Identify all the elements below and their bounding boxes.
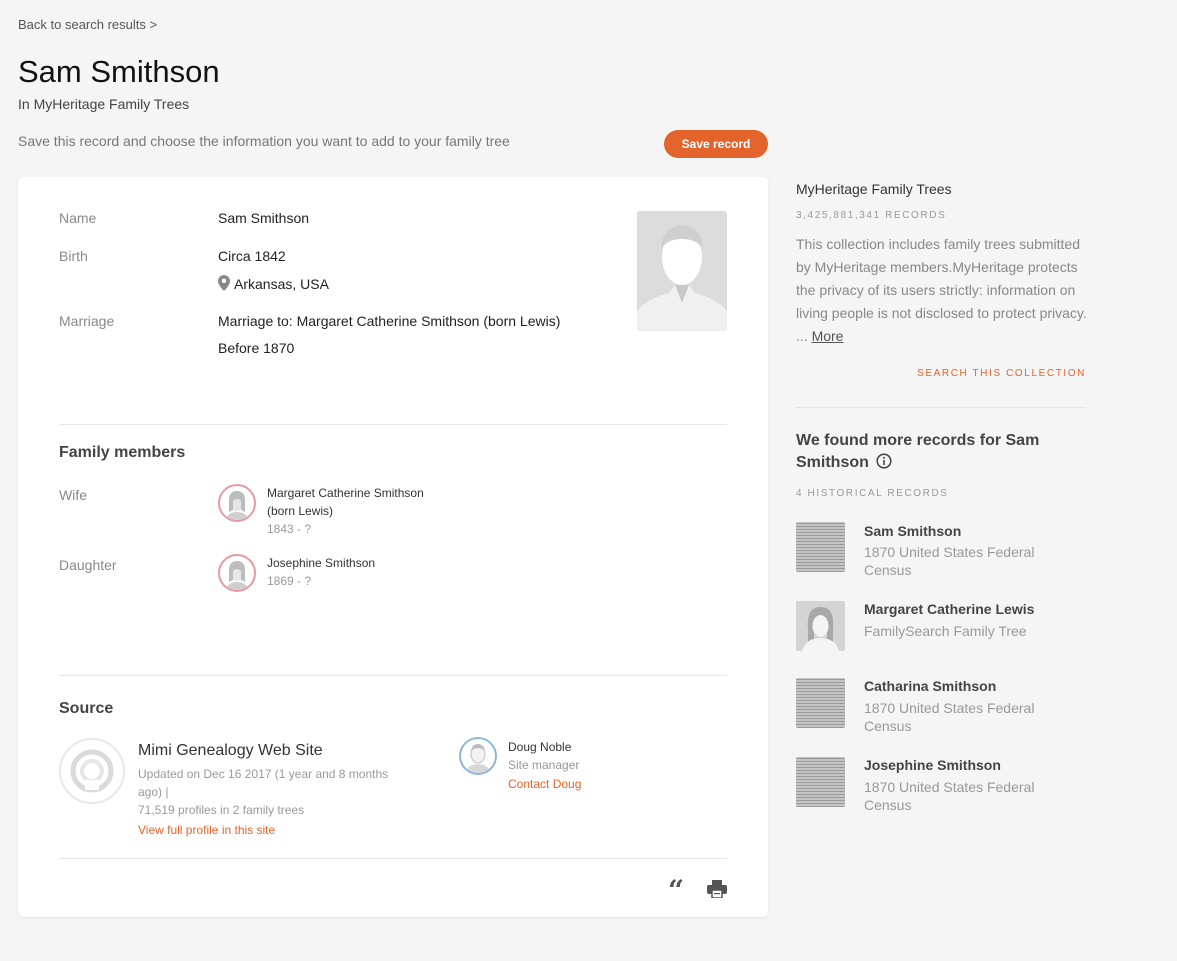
search-collection-link[interactable]: SEARCH THIS COLLECTION xyxy=(796,368,1086,379)
census-record-thumbnail[interactable] xyxy=(796,678,845,728)
census-record-thumbnail[interactable] xyxy=(796,522,845,572)
source-title: Source xyxy=(59,700,114,717)
marriage-label: Marriage xyxy=(59,313,115,329)
profile-photo-placeholder xyxy=(637,211,727,331)
male-avatar-icon xyxy=(459,737,497,775)
name-value: Sam Smithson xyxy=(218,210,310,226)
records-count: 3,425,881,341 RECORDS xyxy=(796,210,947,221)
save-record-button[interactable]: Save record xyxy=(664,130,768,158)
back-to-search-link[interactable]: Back to search results > xyxy=(18,17,157,32)
record-collection: 1870 United States Federal xyxy=(864,779,1035,795)
record-name[interactable]: Catharina Smithson xyxy=(864,678,996,694)
marriage-to: Marriage to: Margaret Catherine Smithson… xyxy=(218,313,561,329)
source-site-name[interactable]: Mimi Genealogy Web Site xyxy=(138,742,323,760)
site-manager-role: Site manager xyxy=(508,758,580,772)
record-name[interactable]: Sam Smithson xyxy=(864,523,961,539)
record-card: Name Sam Smithson Birth Circa 1842 Arkan… xyxy=(18,177,768,917)
quote-icon[interactable]: “ xyxy=(668,877,684,905)
printer-icon[interactable] xyxy=(707,880,727,903)
male-silhouette-icon xyxy=(637,211,727,331)
collection-title[interactable]: MyHeritage Family Trees xyxy=(796,181,952,197)
family-member-name[interactable]: Margaret Catherine Smithson xyxy=(267,484,424,502)
record-collection: 1870 United States Federal xyxy=(864,544,1035,560)
location-pin-icon xyxy=(218,275,230,291)
more-records-title-text: We found more records for Sam Smithson xyxy=(796,432,1040,471)
historical-records-count: 4 HISTORICAL RECORDS xyxy=(796,488,949,499)
page-title: Sam Smithson xyxy=(18,54,220,89)
female-avatar-icon[interactable] xyxy=(218,554,256,592)
contact-manager-link[interactable]: Contact Doug xyxy=(508,777,581,791)
marriage-date: Before 1870 xyxy=(218,340,295,356)
record-collection: 1870 United States Federal xyxy=(864,700,1035,716)
family-member-years: 1869 - ? xyxy=(267,574,312,588)
source-profiles-count: 71,519 profiles in 2 family trees xyxy=(138,803,305,817)
divider xyxy=(59,675,727,676)
page-subtitle: In MyHeritage Family Trees xyxy=(18,96,190,112)
female-avatar-icon[interactable] xyxy=(218,484,256,522)
source-updated-line2: ago) | xyxy=(138,785,169,799)
info-icon[interactable] xyxy=(876,453,892,469)
record-collection-line2: Census xyxy=(864,718,912,734)
divider xyxy=(59,858,727,859)
more-records-title: We found more records for Sam Smithson xyxy=(796,430,1086,474)
relation-label-wife: Wife xyxy=(59,487,87,503)
birth-place-row: Arkansas, USA xyxy=(218,275,329,292)
female-avatar-icon[interactable] xyxy=(796,601,845,651)
record-collection: FamilySearch Family Tree xyxy=(864,623,1027,639)
record-name[interactable]: Josephine Smithson xyxy=(864,757,1001,773)
view-full-profile-link[interactable]: View full profile in this site xyxy=(138,823,275,837)
record-name[interactable]: Margaret Catherine Lewis xyxy=(864,601,1034,617)
family-member-years: 1843 - ? xyxy=(267,522,312,536)
birth-date: Circa 1842 xyxy=(218,248,286,264)
collection-description: This collection includes family trees su… xyxy=(796,233,1088,348)
site-logo-icon xyxy=(59,738,125,804)
site-manager-name: Doug Noble xyxy=(508,740,572,754)
census-record-thumbnail[interactable] xyxy=(796,757,845,807)
name-label: Name xyxy=(59,210,97,226)
birth-label: Birth xyxy=(59,248,88,264)
birth-place: Arkansas, USA xyxy=(234,276,329,292)
family-member-name-line2: (born Lewis) xyxy=(267,504,334,518)
divider xyxy=(59,424,727,425)
divider xyxy=(796,407,1086,408)
relation-label-daughter: Daughter xyxy=(59,557,117,573)
more-link[interactable]: More xyxy=(812,328,844,344)
record-collection-line2: Census xyxy=(864,797,912,813)
save-hint-text: Save this record and choose the informat… xyxy=(18,133,510,149)
family-member-name[interactable]: Josephine Smithson xyxy=(267,554,375,572)
record-collection-line2: Census xyxy=(864,562,912,578)
source-updated: Updated on Dec 16 2017 (1 year and 8 mon… xyxy=(138,767,389,781)
family-members-title: Family members xyxy=(59,444,186,461)
